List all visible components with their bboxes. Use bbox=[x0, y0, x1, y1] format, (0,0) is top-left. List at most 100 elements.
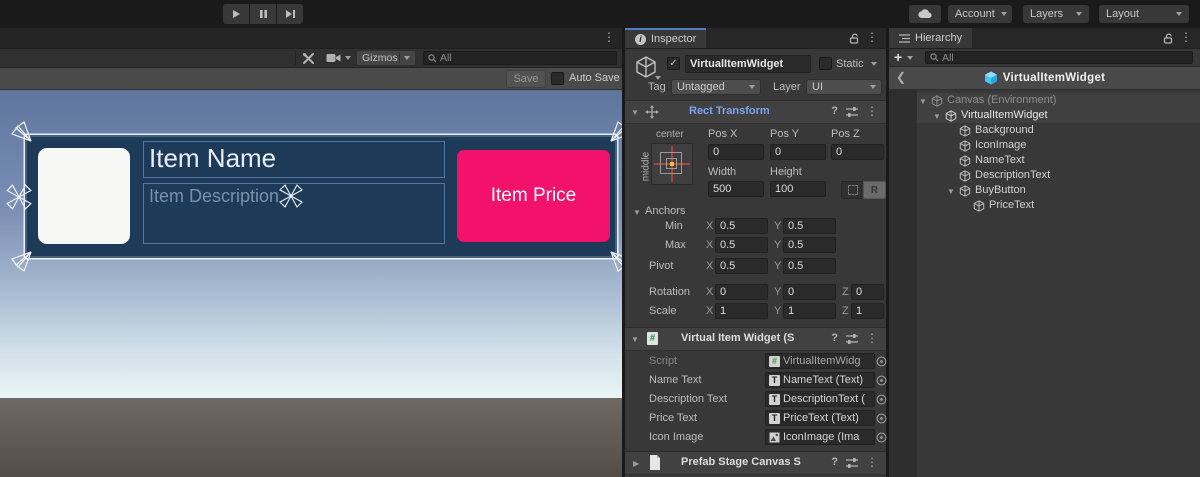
pivot-gizmo-icon[interactable] bbox=[278, 183, 304, 209]
height-field[interactable]: 100 bbox=[770, 181, 826, 197]
save-button[interactable]: Save bbox=[506, 70, 546, 88]
rotation-z-field[interactable]: 0 bbox=[851, 284, 884, 300]
component-menu-kebab-icon[interactable]: ⋮ bbox=[866, 457, 878, 467]
game-object-name-field[interactable]: VirtualItemWidget bbox=[685, 55, 811, 73]
virtual-item-widget-canvas[interactable]: Item Name Item Description Item Price bbox=[25, 135, 617, 258]
virtual-item-widget-header[interactable]: ▼ # Virtual Item Widget (S ? ⋮ bbox=[625, 327, 886, 351]
layout-dropdown[interactable]: Layout bbox=[1099, 5, 1189, 23]
foldout-arrow-icon[interactable]: ▼ bbox=[947, 187, 955, 196]
hierarchy-menu-kebab-icon[interactable]: ⋮ bbox=[1180, 32, 1192, 42]
help-icon[interactable]: ? bbox=[831, 105, 838, 117]
tree-row-background[interactable]: Background bbox=[917, 123, 1200, 138]
tree-row-pricetext[interactable]: PriceText bbox=[917, 198, 1200, 213]
tree-row-canvas[interactable]: ▼ Canvas (Environment) bbox=[917, 93, 1200, 108]
tree-row-virtualitemwidget[interactable]: ▼ VirtualItemWidget bbox=[917, 108, 1200, 123]
component-menu-kebab-icon[interactable]: ⋮ bbox=[866, 106, 878, 116]
anchor-gizmo-middle-left-icon[interactable] bbox=[5, 183, 33, 211]
component-menu-kebab-icon[interactable]: ⋮ bbox=[866, 333, 878, 343]
name-text-object-field[interactable]: T NameText (Text) bbox=[765, 372, 875, 388]
scene-viewport[interactable]: Item Name Item Description Item Price bbox=[0, 90, 622, 477]
scale-y-field[interactable]: 1 bbox=[783, 303, 836, 319]
active-checkbox[interactable]: ✓ bbox=[667, 57, 680, 70]
icon-image-object-field[interactable]: IconImage (Ima bbox=[765, 429, 875, 445]
foldout-arrow-icon[interactable]: ▼ bbox=[919, 97, 927, 106]
foldout-arrow-icon[interactable]: ▼ bbox=[933, 112, 941, 121]
max-x-field[interactable]: 0.5 bbox=[715, 237, 768, 253]
blueprint-mode-button[interactable] bbox=[841, 181, 864, 199]
gizmos-dropdown[interactable]: Gizmos bbox=[357, 51, 415, 65]
name-text-box[interactable]: Item Name bbox=[143, 141, 445, 178]
hierarchy-search-field[interactable]: All bbox=[925, 51, 1193, 64]
object-picker-icon[interactable] bbox=[876, 375, 887, 386]
object-picker-icon[interactable] bbox=[876, 432, 887, 443]
scale-z-field[interactable]: 1 bbox=[851, 303, 884, 319]
static-checkbox[interactable] bbox=[819, 57, 832, 70]
pos-y-field[interactable]: 0 bbox=[770, 144, 826, 160]
camera-icon[interactable] bbox=[326, 53, 341, 63]
layer-dropdown[interactable]: UI bbox=[806, 79, 882, 95]
cloud-button[interactable] bbox=[909, 5, 941, 23]
prefab-stage-canvas-header[interactable]: ▶ Prefab Stage Canvas S ? ⋮ bbox=[625, 451, 886, 475]
scene-search-field[interactable]: All bbox=[423, 51, 617, 65]
inspector-menu-kebab-icon[interactable]: ⋮ bbox=[866, 32, 878, 42]
game-object-icon-dropdown[interactable] bbox=[655, 76, 661, 80]
lock-icon[interactable] bbox=[1163, 33, 1174, 44]
anchor-preset-button[interactable] bbox=[651, 143, 693, 185]
scene-menu-kebab-icon[interactable]: ⋮ bbox=[603, 32, 615, 42]
scale-x-field[interactable]: 1 bbox=[715, 303, 768, 319]
tree-row-buybutton[interactable]: ▼ BuyButton bbox=[917, 183, 1200, 198]
anchor-gizmo-top-left-icon[interactable] bbox=[11, 121, 33, 143]
account-dropdown[interactable]: Account bbox=[948, 5, 1012, 23]
object-picker-icon[interactable] bbox=[876, 394, 887, 405]
tree-row-nametext[interactable]: NameText bbox=[917, 153, 1200, 168]
price-text-object-field[interactable]: T PriceText (Text) bbox=[765, 410, 875, 426]
max-y-field[interactable]: 0.5 bbox=[783, 237, 836, 253]
help-icon[interactable]: ? bbox=[831, 332, 838, 344]
buy-button[interactable]: Item Price bbox=[457, 150, 610, 242]
step-button[interactable] bbox=[277, 4, 303, 24]
object-picker-icon[interactable] bbox=[876, 413, 887, 424]
rotation-y-field[interactable]: 0 bbox=[783, 284, 836, 300]
pos-z-field[interactable]: 0 bbox=[831, 144, 884, 160]
rect-transform-header[interactable]: ▼ Rect Transform ? ⋮ bbox=[625, 100, 886, 124]
auto-save-checkbox[interactable] bbox=[551, 72, 564, 85]
camera-dropdown-icon[interactable] bbox=[345, 56, 351, 60]
tab-hierarchy[interactable]: Hierarchy bbox=[889, 28, 972, 48]
anchor-gizmo-top-right-icon[interactable] bbox=[609, 121, 622, 143]
icon-image-placeholder[interactable] bbox=[38, 148, 130, 244]
object-picker-icon[interactable] bbox=[876, 356, 887, 367]
pivot-x-field[interactable]: 0.5 bbox=[715, 258, 768, 274]
min-x-field[interactable]: 0.5 bbox=[715, 218, 768, 234]
tree-row-descriptiontext[interactable]: DescriptionText bbox=[917, 168, 1200, 183]
foldout-arrow-icon[interactable]: ▼ bbox=[631, 335, 639, 344]
layers-dropdown[interactable]: Layers bbox=[1023, 5, 1089, 23]
anchor-gizmo-bottom-left-icon[interactable] bbox=[11, 250, 33, 272]
help-icon[interactable]: ? bbox=[831, 456, 838, 468]
create-button[interactable]: + bbox=[894, 49, 902, 65]
prefab-title-group[interactable]: VirtualItemWidget bbox=[889, 67, 1200, 89]
create-dropdown-icon[interactable] bbox=[907, 56, 913, 60]
min-y-field[interactable]: 0.5 bbox=[783, 218, 836, 234]
presets-icon[interactable] bbox=[846, 334, 858, 344]
script-object-field[interactable]: # VirtualItemWidg bbox=[765, 353, 875, 369]
presets-icon[interactable] bbox=[846, 458, 858, 468]
rotation-x-field[interactable]: 0 bbox=[715, 284, 768, 300]
anchors-foldout-icon[interactable]: ▼ bbox=[633, 208, 641, 217]
lock-icon[interactable] bbox=[849, 33, 860, 44]
static-dropdown-icon[interactable] bbox=[871, 62, 877, 66]
tree-row-iconimage[interactable]: IconImage bbox=[917, 138, 1200, 153]
foldout-arrow-collapsed-icon[interactable]: ▶ bbox=[633, 459, 639, 468]
raw-edit-mode-button[interactable]: R bbox=[863, 181, 886, 199]
pos-x-field[interactable]: 0 bbox=[708, 144, 764, 160]
width-field[interactable]: 500 bbox=[708, 181, 764, 197]
play-button[interactable] bbox=[223, 4, 249, 24]
anchor-gizmo-bottom-right-icon[interactable] bbox=[609, 250, 622, 272]
pivot-y-field[interactable]: 0.5 bbox=[783, 258, 836, 274]
tag-dropdown[interactable]: Untagged bbox=[671, 79, 761, 95]
description-text-object-field[interactable]: T DescriptionText ( bbox=[765, 391, 875, 407]
presets-icon[interactable] bbox=[846, 107, 858, 117]
foldout-arrow-icon[interactable]: ▼ bbox=[631, 108, 639, 117]
pause-button[interactable] bbox=[250, 4, 276, 24]
tab-inspector[interactable]: i Inspector bbox=[625, 28, 706, 48]
tool-settings-icon[interactable] bbox=[302, 52, 315, 65]
